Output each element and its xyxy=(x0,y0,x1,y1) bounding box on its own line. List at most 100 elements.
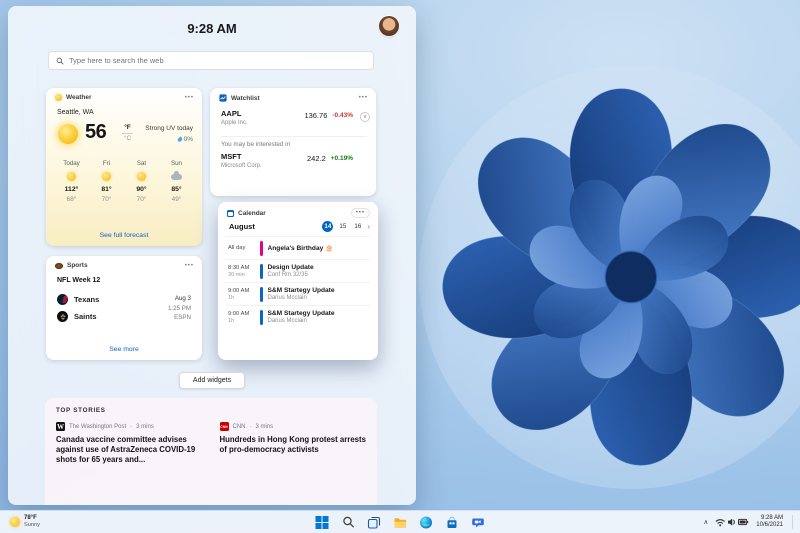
wifi-icon xyxy=(715,519,726,527)
sports-widget[interactable]: Sports ••• NFL Week 12 Texans Saints Aug… xyxy=(46,256,202,360)
event-color-bar xyxy=(260,309,263,325)
date-pill-15[interactable]: 15 xyxy=(337,221,348,232)
story-age: 3 mins xyxy=(136,423,154,430)
event-color-bar xyxy=(260,240,263,256)
file-explorer-button[interactable] xyxy=(393,515,408,530)
low-temp: 70° xyxy=(101,195,112,203)
calendar-event[interactable]: 9:00 AM 1h S&M Startegy Update Darius Mc… xyxy=(226,282,370,305)
top-stories-section: TOP STORIES W The Washington Post · 3 mi… xyxy=(45,398,377,505)
task-view-button[interactable] xyxy=(367,515,382,530)
game-time: 1:25 PM xyxy=(167,304,191,312)
sports-widget-icon xyxy=(55,262,63,269)
add-widgets-button[interactable]: Add widgets xyxy=(178,372,246,389)
widgets-panel: 9:28 AM Weather ••• Seattle, WA 56 °F °C… xyxy=(8,6,416,505)
windows-logo-icon xyxy=(315,515,329,529)
story-headline: Canada vaccine committee advises against… xyxy=(56,435,196,465)
store-button[interactable] xyxy=(445,515,460,530)
interest-note: You may be interested in xyxy=(221,136,367,148)
widget-title: Sports xyxy=(67,262,88,269)
taskbar-weather-temp: 78°F xyxy=(24,515,37,522)
start-button[interactable] xyxy=(315,515,330,530)
team-row-saints[interactable]: Saints xyxy=(57,308,99,325)
texans-logo-icon xyxy=(57,294,68,305)
more-options-icon[interactable]: ••• xyxy=(185,263,194,269)
unit-fahrenheit[interactable]: °F xyxy=(121,124,134,131)
game-date: Aug 3 xyxy=(174,295,191,302)
user-avatar[interactable] xyxy=(379,16,399,36)
calendar-widget-icon xyxy=(227,209,234,217)
low-temp: 68° xyxy=(66,195,77,203)
taskbar-weather-condition: Sunny xyxy=(24,522,40,529)
weather-widget-icon xyxy=(55,94,62,101)
tray-status-icons[interactable] xyxy=(715,516,749,528)
calendar-month: August xyxy=(229,222,255,231)
battery-icon xyxy=(738,518,749,526)
taskbar-weather-button[interactable]: 78°F Sunny xyxy=(5,513,45,531)
story-source: CNN xyxy=(232,423,246,430)
see-full-forecast-link[interactable]: See full forecast xyxy=(46,232,202,239)
weather-location: Seattle, WA xyxy=(57,109,94,116)
calendar-event[interactable]: 8:30 AM 30 min Design Update Conf Rm 32/… xyxy=(226,259,370,282)
show-desktop-handle[interactable] xyxy=(792,515,795,529)
cloud-icon xyxy=(171,170,182,180)
chevron-up-icon[interactable]: ∧ xyxy=(704,518,709,526)
more-options-icon[interactable]: ••• xyxy=(359,95,368,101)
league-week: NFL Week 12 xyxy=(57,277,101,284)
search-button[interactable] xyxy=(341,515,356,530)
store-icon xyxy=(447,516,457,528)
chat-button[interactable] xyxy=(471,515,486,530)
see-more-link[interactable]: See more xyxy=(46,346,202,353)
stock-row-aapl[interactable]: AAPL Apple Inc. 136.76 -0.43% ∨ xyxy=(221,109,370,126)
taskbar: 78°F Sunny ∧ 9:28 AM 10/6/2021 xyxy=(0,510,800,533)
forecast-column[interactable]: Fri 81° 70° xyxy=(89,160,124,203)
sun-icon xyxy=(67,172,76,181)
precipitation: 0% xyxy=(176,136,193,143)
date-pill-16[interactable]: 16 xyxy=(352,221,363,232)
event-color-bar xyxy=(260,263,263,279)
droplet-icon xyxy=(176,136,183,143)
saints-logo-icon xyxy=(57,311,68,322)
more-options-icon[interactable]: ••• xyxy=(185,95,194,101)
high-temp: 90° xyxy=(136,186,147,193)
sun-icon xyxy=(58,124,78,144)
weather-widget[interactable]: Weather ••• Seattle, WA 56 °F °C Strong … xyxy=(46,88,202,246)
game-info: Aug 3 1:25 PM ESPN xyxy=(168,294,191,323)
high-temp: 81° xyxy=(101,186,112,193)
forecast-column[interactable]: Sun 85° 49° xyxy=(159,160,194,203)
web-search-input[interactable] xyxy=(69,56,366,65)
calendar-event[interactable]: 9:00 AM 1h S&M Startegy Update Darius Mc… xyxy=(226,305,370,328)
widget-title: Calendar xyxy=(238,209,266,217)
top-stories-label: TOP STORIES xyxy=(56,407,106,414)
calendar-event[interactable]: All day Angela's Birthday 🎂 xyxy=(226,236,370,259)
taskbar-clock[interactable]: 9:28 AM 10/6/2021 xyxy=(756,515,783,530)
unit-celsius[interactable]: °C xyxy=(121,135,134,142)
stock-row-msft[interactable]: MSFT Microsoft Corp. 242.2 +0.19% xyxy=(221,152,367,169)
watchlist-widget[interactable]: Watchlist ••• AAPL Apple Inc. 136.76 -0.… xyxy=(210,88,376,196)
web-search-bar[interactable] xyxy=(48,51,374,70)
panel-clock: 9:28 AM xyxy=(187,21,237,36)
meta-separator: · xyxy=(249,423,252,430)
news-story[interactable]: W The Washington Post · 3 mins Canada va… xyxy=(56,422,203,465)
calendar-widget[interactable]: Calendar ••• August 14 15 16 › All day A… xyxy=(218,202,378,360)
team-row-texans[interactable]: Texans xyxy=(57,291,99,308)
story-age: 3 mins xyxy=(255,423,274,430)
unit-toggle[interactable]: °F °C xyxy=(121,124,134,142)
widget-title: Weather xyxy=(66,94,92,101)
sun-icon xyxy=(10,517,20,527)
date-pill-14[interactable]: 14 xyxy=(322,221,334,232)
taskbar-app-icons xyxy=(315,511,486,533)
news-story[interactable]: CNN CNN · 3 mins Hundreds in Hong Kong p… xyxy=(219,422,367,465)
high-temp: 112° xyxy=(64,186,79,193)
sun-icon xyxy=(137,172,146,181)
story-headline: Hundreds in Hong Kong protest arrests of… xyxy=(219,435,366,455)
meta-separator: · xyxy=(130,423,133,430)
chevron-right-icon[interactable]: › xyxy=(367,222,370,231)
stock-change-negative: -0.43% xyxy=(332,112,353,119)
edge-button[interactable] xyxy=(419,515,434,530)
edge-icon xyxy=(420,516,432,528)
stock-change-positive: +0.19% xyxy=(330,155,353,162)
more-options-icon[interactable]: ••• xyxy=(350,208,370,218)
dropdown-circle-icon[interactable]: ∨ xyxy=(360,112,370,122)
forecast-column[interactable]: Sat 90° 70° xyxy=(124,160,159,203)
forecast-column[interactable]: Today 112° 68° xyxy=(54,160,89,203)
